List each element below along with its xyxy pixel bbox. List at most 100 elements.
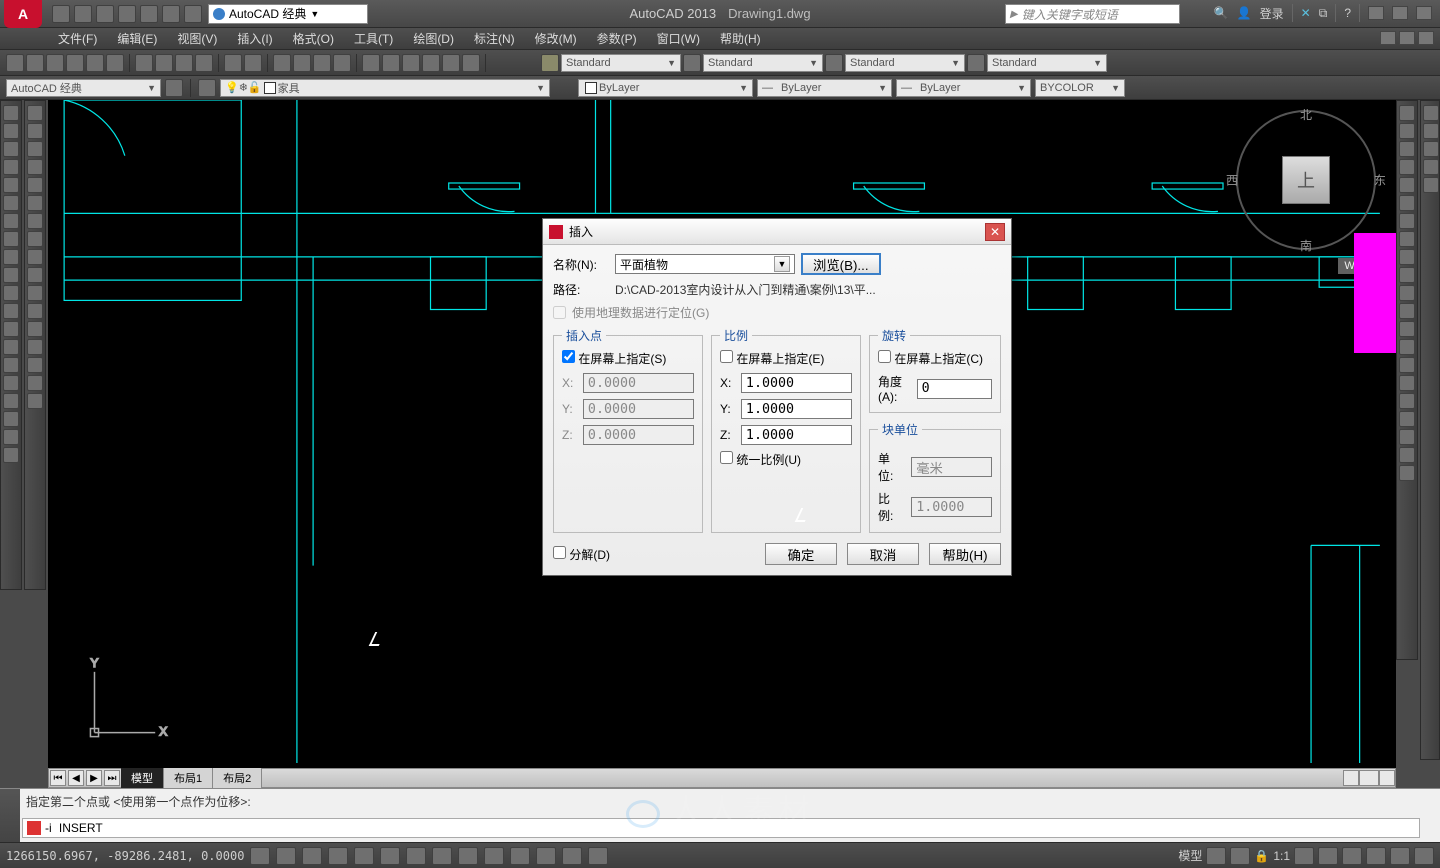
scale-icon[interactable] <box>27 231 43 247</box>
centermark-icon[interactable] <box>1399 357 1415 373</box>
orbit-icon[interactable] <box>1423 159 1439 175</box>
qat-undo-icon[interactable] <box>162 5 180 23</box>
workspace-combo[interactable]: AutoCAD 经典▼ <box>6 79 161 97</box>
polar-icon[interactable] <box>328 847 348 865</box>
dyn-icon[interactable] <box>458 847 478 865</box>
qat-redo-icon[interactable] <box>184 5 202 23</box>
print-icon[interactable] <box>66 54 84 72</box>
viewcube-north[interactable]: 北 <box>1300 106 1312 123</box>
view-cube[interactable]: 上 北 南 西 东 <box>1236 110 1376 250</box>
dim-quick-icon[interactable] <box>1399 249 1415 265</box>
m-copy-icon[interactable] <box>27 123 43 139</box>
blend-icon[interactable] <box>27 375 43 391</box>
menu-view[interactable]: 视图(V) <box>167 30 227 47</box>
chevron-down-icon[interactable]: ▼ <box>774 256 790 272</box>
binoculars-icon[interactable]: 🔍 <box>1214 6 1229 20</box>
designcenter-icon[interactable] <box>382 54 400 72</box>
mleaderstyle-dropdown[interactable]: Standard▼ <box>987 54 1107 72</box>
dim-ordinate-icon[interactable] <box>1399 159 1415 175</box>
onscreen-rotate-checkbox[interactable]: 在屏幕上指定(C) <box>878 352 983 366</box>
snap-icon[interactable] <box>250 847 270 865</box>
tab-first-icon[interactable]: ⏮ <box>50 770 66 786</box>
menu-draw[interactable]: 绘图(D) <box>403 30 464 47</box>
menu-format[interactable]: 格式(O) <box>283 30 344 47</box>
dim-linear-icon[interactable] <box>1399 105 1415 121</box>
mtext-icon[interactable] <box>3 429 19 445</box>
tab-last-icon[interactable]: ⏭ <box>104 770 120 786</box>
explode-checkbox[interactable]: 分解(D) <box>553 546 610 563</box>
line-icon[interactable] <box>3 105 19 121</box>
redo-icon[interactable] <box>244 54 262 72</box>
3dosnap-icon[interactable] <box>380 847 400 865</box>
qp-icon[interactable] <box>536 847 556 865</box>
sc-icon[interactable] <box>562 847 582 865</box>
menu-help[interactable]: 帮助(H) <box>710 30 771 47</box>
dim-diameter-icon[interactable] <box>1399 213 1415 229</box>
osnap-icon[interactable] <box>354 847 374 865</box>
ok-button[interactable]: 确定 <box>765 543 837 565</box>
minimize-button[interactable] <box>1368 6 1384 20</box>
ducs-icon[interactable] <box>432 847 452 865</box>
clean-screen-icon[interactable] <box>1414 847 1434 865</box>
inspect-icon[interactable] <box>1399 375 1415 391</box>
menu-modify[interactable]: 修改(M) <box>525 30 587 47</box>
angle-field[interactable] <box>917 379 992 399</box>
zoom-extents-icon[interactable] <box>1423 141 1439 157</box>
hscroll-right-icon[interactable] <box>1379 770 1395 786</box>
arc-icon[interactable] <box>3 195 19 211</box>
publish-icon[interactable] <box>106 54 124 72</box>
dim-continue-icon[interactable] <box>1399 285 1415 301</box>
polygon-icon[interactable] <box>3 159 19 175</box>
move-icon[interactable] <box>27 195 43 211</box>
offset-icon[interactable] <box>27 159 43 175</box>
menu-edit[interactable]: 编辑(E) <box>107 30 167 47</box>
tab-layout1[interactable]: 布局1 <box>164 768 213 788</box>
onscreen-insert-checkbox[interactable]: 在屏幕上指定(S) <box>562 352 666 366</box>
cmd-input[interactable]: -i INSERT <box>22 818 1420 838</box>
menu-parametric[interactable]: 参数(P) <box>587 30 647 47</box>
linetype-dropdown[interactable]: —ByLayer▼ <box>757 79 892 97</box>
browse-button[interactable]: 浏览(B)... <box>801 253 881 275</box>
chamfer-icon[interactable] <box>27 339 43 355</box>
viewcube-east[interactable]: 东 <box>1374 172 1386 189</box>
tablestyle-icon[interactable] <box>825 54 843 72</box>
cmd-grip[interactable] <box>0 789 20 842</box>
doc-minimize-button[interactable] <box>1380 31 1396 45</box>
makeblock-icon[interactable] <box>3 321 19 337</box>
join-icon[interactable] <box>27 321 43 337</box>
explode-icon[interactable] <box>27 393 43 409</box>
scale-z-field[interactable] <box>741 425 852 445</box>
textstyle-dropdown[interactable]: Standard▼ <box>561 54 681 72</box>
point-icon[interactable] <box>3 339 19 355</box>
qat-open-icon[interactable] <box>74 5 92 23</box>
pan-icon[interactable] <box>273 54 291 72</box>
mleaderstyle-icon[interactable] <box>967 54 985 72</box>
menu-window[interactable]: 窗口(W) <box>647 30 710 47</box>
quickcalc-icon[interactable] <box>462 54 480 72</box>
layermgr-icon[interactable] <box>198 79 216 97</box>
insertblock-icon[interactable] <box>3 303 19 319</box>
doc-close-button[interactable] <box>1418 31 1434 45</box>
dim-radius-icon[interactable] <box>1399 177 1415 193</box>
menu-tools[interactable]: 工具(T) <box>344 30 403 47</box>
spline-icon[interactable] <box>3 249 19 265</box>
table-icon[interactable] <box>3 411 19 427</box>
fillet-icon[interactable] <box>27 357 43 373</box>
construction-line-icon[interactable] <box>3 123 19 139</box>
ellipsearc-icon[interactable] <box>3 285 19 301</box>
zoom-window-icon[interactable] <box>313 54 331 72</box>
dialog-titlebar[interactable]: 插入 ✕ <box>543 219 1011 245</box>
rectangle-icon[interactable] <box>3 177 19 193</box>
dialog-close-button[interactable]: ✕ <box>985 223 1005 241</box>
hscroll-track[interactable] <box>1359 770 1379 786</box>
dimstyle-dropdown[interactable]: Standard▼ <box>703 54 823 72</box>
revcloud-icon[interactable] <box>3 231 19 247</box>
dimedit-icon[interactable] <box>1399 411 1415 427</box>
properties-icon[interactable] <box>362 54 380 72</box>
dimtedit-icon[interactable] <box>1399 429 1415 445</box>
otrack-icon[interactable] <box>406 847 426 865</box>
paste-icon[interactable] <box>175 54 193 72</box>
scale-x-field[interactable] <box>741 373 852 393</box>
joggedlinear-icon[interactable] <box>1399 393 1415 409</box>
search-input[interactable]: ▶ 键入关键字或短语 <box>1005 4 1180 24</box>
